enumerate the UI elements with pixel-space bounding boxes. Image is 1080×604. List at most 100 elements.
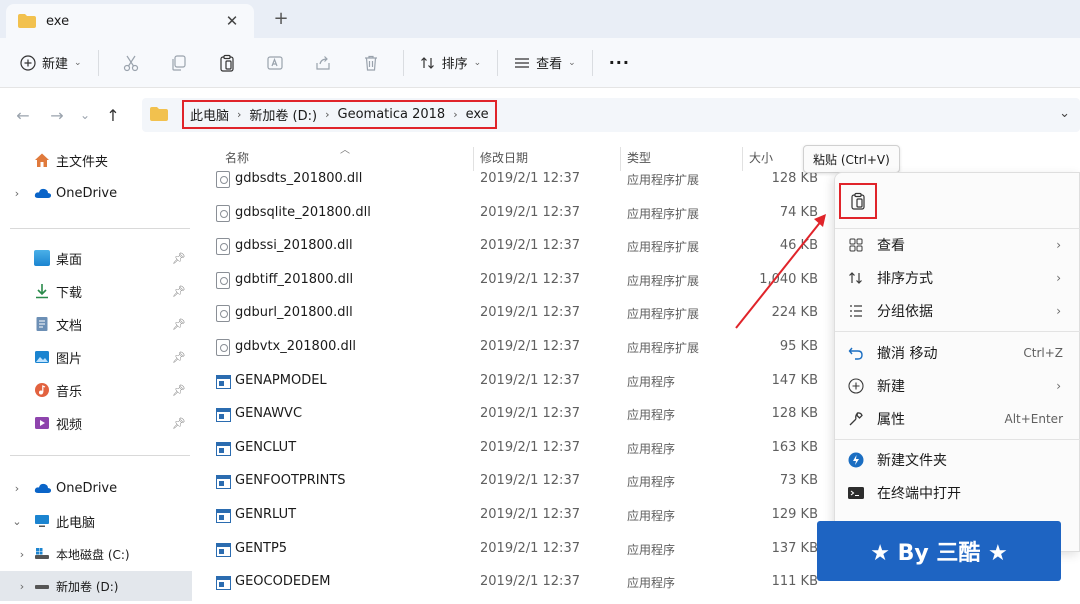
sidebar-item-onedrive-2[interactable]: › OneDrive <box>0 473 192 503</box>
breadcrumb-this-pc[interactable]: 此电脑 <box>190 105 229 124</box>
file-date: 2019/2/1 12:37 <box>480 271 580 287</box>
chevron-right-icon[interactable]: › <box>237 108 241 121</box>
sidebar-item-label: 本地磁盘 (C:) <box>56 547 130 562</box>
dll-file-icon <box>216 238 230 256</box>
arrow-up-icon: ↑ <box>106 105 120 125</box>
rename-button[interactable] <box>251 46 299 80</box>
share-button[interactable] <box>299 46 347 80</box>
sidebar-item-this-pc[interactable]: ⌄ 此电脑 <box>0 506 192 536</box>
copy-button[interactable] <box>155 46 203 80</box>
sidebar-item-onedrive[interactable]: › OneDrive <box>0 178 192 208</box>
file-date: 2019/2/1 12:37 <box>480 473 580 489</box>
chevron-right-icon: › <box>1056 238 1061 252</box>
paste-menu-button[interactable] <box>839 183 877 219</box>
sidebar-item-label: 下载 <box>56 285 83 301</box>
file-date: 2019/2/1 12:37 <box>480 574 580 590</box>
terminal-icon <box>835 485 877 501</box>
sidebar-item-drive-d[interactable]: › 新加卷 (D:) <box>0 571 192 601</box>
cloud-icon <box>34 480 52 496</box>
chevron-right-icon[interactable]: › <box>10 548 34 561</box>
file-type: 应用程序扩展 <box>627 273 700 288</box>
menu-item-properties[interactable]: 属性 Alt+Enter <box>835 403 1080 435</box>
new-button[interactable]: 新建 ⌄ <box>12 46 90 80</box>
sidebar-item-downloads[interactable]: 下载 📌︎ <box>0 276 192 306</box>
forward-button[interactable]: → <box>40 100 74 130</box>
file-date: 2019/2/1 12:37 <box>480 204 580 220</box>
menu-item-group[interactable]: 分组依据 › <box>835 295 1080 327</box>
dll-file-icon <box>216 171 230 188</box>
pin-icon[interactable]: 📌︎ <box>172 351 186 364</box>
new-tab-button[interactable]: + <box>270 8 292 29</box>
file-date: 2019/2/1 12:37 <box>480 171 580 186</box>
address-bar[interactable]: 此电脑 › 新加卷 (D:) › Geomatica 2018 › exe ⌄ <box>142 98 1080 132</box>
file-name: gdbsdts_201800.dll <box>235 171 363 186</box>
sort-icon <box>420 56 434 69</box>
pin-icon[interactable]: 📌︎ <box>172 252 186 265</box>
breadcrumb-exe[interactable]: exe <box>466 107 489 122</box>
dll-file-icon <box>216 339 230 356</box>
breadcrumb-geomatica[interactable]: Geomatica 2018 <box>338 107 446 122</box>
sidebar-item-videos[interactable]: 视频 📌︎ <box>0 408 192 438</box>
cut-button[interactable] <box>107 46 155 80</box>
sidebar-item-label: 新加卷 (D:) <box>56 579 119 594</box>
menu-item-terminal[interactable]: 在终端中打开 <box>835 477 1080 509</box>
chevron-right-icon[interactable]: › <box>325 108 329 121</box>
chevron-right-icon[interactable]: › <box>0 482 34 495</box>
pin-icon[interactable]: 📌︎ <box>172 318 186 331</box>
toolbar-divider <box>591 49 593 76</box>
menu-item-view[interactable]: 查看 › <box>835 229 1080 261</box>
chevron-down-icon[interactable]: ⌄ <box>1059 106 1070 121</box>
menu-item-sort[interactable]: 排序方式 › <box>835 262 1080 294</box>
sidebar-item-documents[interactable]: 文档 📌︎ <box>0 309 192 339</box>
sidebar-item-drive-c[interactable]: › 本地磁盘 (C:) <box>0 539 192 569</box>
more-button[interactable]: ··· <box>601 46 638 80</box>
file-date: 2019/2/1 12:37 <box>480 339 580 354</box>
sidebar-item-home[interactable]: 主文件夹 <box>0 145 192 175</box>
sort-label: 排序 <box>441 57 468 72</box>
view-button[interactable]: 查看 ⌄ <box>506 46 584 80</box>
view-icon <box>515 57 530 68</box>
file-name: GENAWVC <box>235 406 303 422</box>
chevron-down-icon: ⌄ <box>568 57 576 68</box>
menu-item-new-folder[interactable]: 新建文件夹 <box>835 444 1080 476</box>
sort-button[interactable]: 排序 ⌄ <box>412 46 490 80</box>
paste-button[interactable] <box>203 46 251 80</box>
menu-item-undo[interactable]: 撤消 移动 Ctrl+Z <box>835 337 1080 369</box>
dll-file-icon <box>216 271 230 289</box>
sidebar-item-label: 图片 <box>56 351 83 367</box>
file-size: 163 KB <box>771 439 818 455</box>
chevron-right-icon[interactable]: › <box>0 187 34 200</box>
menu-item-label: 排序方式 <box>877 271 933 287</box>
application-icon <box>216 408 231 423</box>
toolbar-divider <box>402 49 404 76</box>
pin-icon[interactable]: 📌︎ <box>172 384 186 397</box>
file-size: 129 KB <box>771 507 818 522</box>
navigation-pane: 主文件夹 › OneDrive 桌面 📌︎ 下载 📌︎ 文档 📌︎ 图片 📌︎ … <box>0 141 192 604</box>
up-button[interactable]: ↑ <box>96 100 130 130</box>
file-name: gdbsqlite_201800.dll <box>235 204 371 220</box>
tab-exe[interactable]: exe ✕ <box>6 4 254 38</box>
menu-item-new[interactable]: 新建 › <box>835 370 1080 402</box>
cloud-icon <box>34 185 52 201</box>
chevron-right-icon[interactable]: › <box>453 108 457 121</box>
close-icon[interactable]: ✕ <box>222 12 242 30</box>
chevron-right-icon[interactable]: › <box>10 580 34 593</box>
rename-icon <box>266 55 283 70</box>
delete-button[interactable] <box>347 46 395 80</box>
folder-icon <box>18 14 36 28</box>
recent-button[interactable]: ⌄ <box>74 100 96 130</box>
pin-icon[interactable]: 📌︎ <box>172 285 186 298</box>
dll-file-icon <box>216 305 230 323</box>
breadcrumb-drive-d[interactable]: 新加卷 (D:) <box>249 105 317 124</box>
file-size: 128 KB <box>771 406 818 422</box>
file-type: 应用程序扩展 <box>627 307 700 322</box>
back-button[interactable]: ← <box>6 100 40 130</box>
sidebar-item-desktop[interactable]: 桌面 📌︎ <box>0 243 192 273</box>
menu-divider <box>835 331 1080 332</box>
pin-icon[interactable]: 📌︎ <box>172 417 186 430</box>
sidebar-item-label: 音乐 <box>56 384 83 400</box>
chevron-down-icon[interactable]: ⌄ <box>0 515 34 528</box>
sidebar-item-pictures[interactable]: 图片 📌︎ <box>0 342 192 372</box>
file-date: 2019/2/1 12:37 <box>480 507 580 522</box>
sidebar-item-music[interactable]: 音乐 📌︎ <box>0 375 192 405</box>
